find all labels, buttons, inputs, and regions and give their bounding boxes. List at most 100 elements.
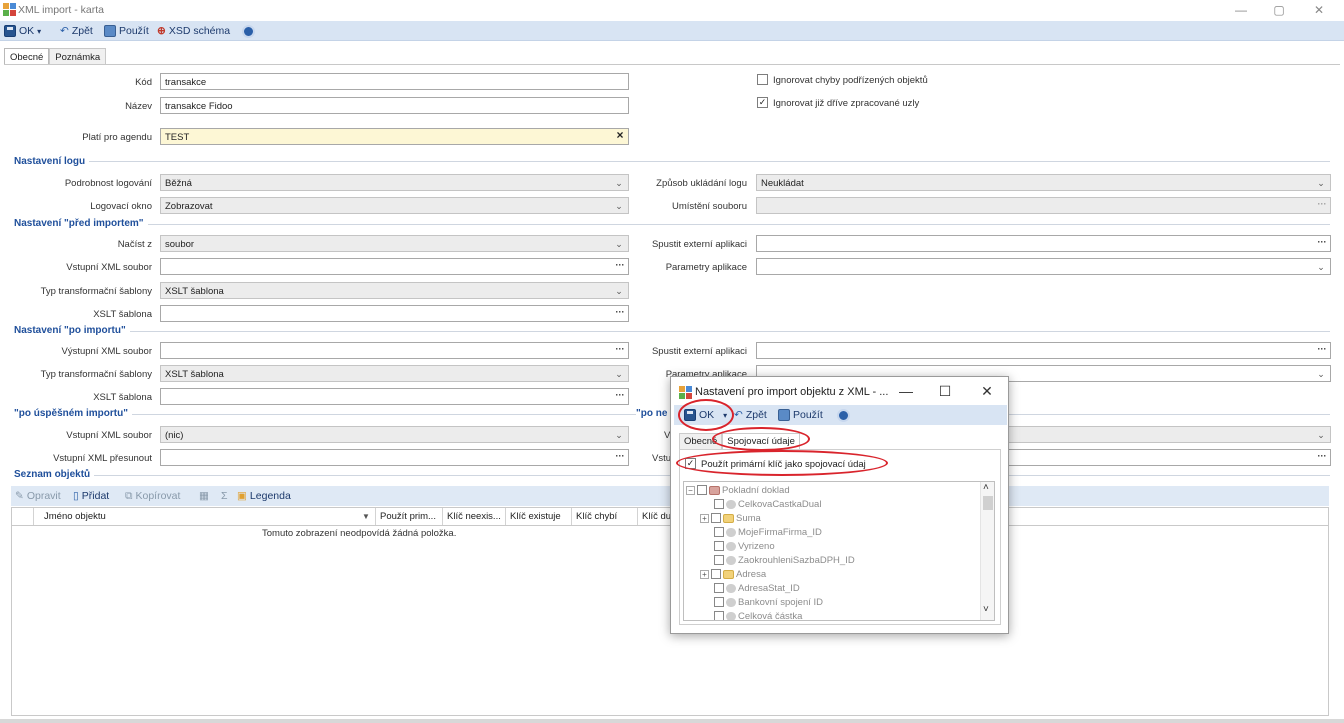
expand-icon[interactable]: + [700, 513, 709, 523]
edit-button[interactable]: ✎ Opravit [15, 488, 61, 504]
tree-node[interactable]: MojeFirmaFirma_ID [714, 525, 822, 539]
dialog-apply-button[interactable]: Použít [778, 407, 823, 423]
tree-node-checkbox[interactable] [714, 499, 724, 509]
app-icon [679, 386, 692, 399]
success-move-field[interactable]: ··· [160, 449, 629, 466]
tree-node-label: Celková částka [738, 610, 803, 621]
tree-node[interactable]: ZaokrouhleniSazbaDPH_ID [714, 553, 855, 567]
close-button[interactable]: ✕ [1304, 2, 1334, 18]
ignore-child-errors-label: Ignorovat chyby podřízených objektů [773, 75, 928, 86]
filter-icon[interactable]: ▼ [362, 512, 370, 521]
log-file-location-input[interactable]: ··· [756, 197, 1331, 214]
log-detail-select[interactable]: Běžná ⌄ [160, 174, 629, 191]
ignore-processed-checkbox[interactable]: ✓ [757, 97, 768, 108]
log-save-mode-select[interactable]: Neukládat ⌄ [756, 174, 1331, 191]
log-window-value: Zobrazovat [165, 201, 213, 212]
scroll-up-icon[interactable]: ˄ [983, 482, 989, 493]
column-header-key-missing[interactable]: Klíč chybí [572, 508, 638, 525]
dialog-maximize-button[interactable]: ☐ [932, 381, 958, 401]
pre-xslt-label: XSLT šablona [93, 309, 152, 320]
success-input-select[interactable]: (nic) ⌄ [160, 426, 629, 443]
kod-input[interactable]: transakce [160, 73, 629, 90]
log-detail-value: Běžná [165, 178, 192, 189]
ellipsis-icon[interactable]: ··· [1315, 344, 1329, 357]
column-header-key-exists[interactable]: Klíč existuje [506, 508, 572, 525]
pre-load-select[interactable]: soubor ⌄ [160, 235, 629, 252]
tree-node[interactable]: Celková částka [714, 609, 803, 621]
tab-poznamka[interactable]: Poznámka [49, 48, 107, 65]
minimize-button[interactable]: — [1226, 2, 1256, 18]
tree-node-checkbox[interactable] [711, 569, 721, 579]
expand-icon[interactable]: + [700, 569, 709, 579]
nazev-input[interactable]: transakce Fidoo [160, 97, 629, 114]
legend-icon: ▣ [237, 490, 247, 502]
maximize-button[interactable]: ▢ [1264, 2, 1294, 18]
tree-node-checkbox[interactable] [697, 485, 707, 495]
ellipsis-icon[interactable]: ··· [613, 307, 627, 320]
post-xslt-field[interactable]: ··· [160, 388, 629, 405]
tree-node-checkbox[interactable] [714, 527, 724, 537]
tree-node-checkbox[interactable] [714, 555, 724, 565]
ellipsis-icon[interactable]: ··· [613, 344, 627, 357]
window-title: XML import - karta [18, 4, 104, 16]
failure-section-title: "po ne [636, 408, 672, 419]
xsd-schema-button[interactable]: ⊕ XSD schéma [157, 23, 230, 39]
pre-template-type-select[interactable]: XSLT šablona ⌄ [160, 282, 629, 299]
tree-node[interactable]: − Pokladní doklad [686, 483, 790, 497]
post-output-field[interactable]: ··· [160, 342, 629, 359]
pre-app-params-select[interactable]: ⌄ [756, 258, 1331, 275]
apply-button[interactable]: Použít [104, 23, 149, 39]
ellipsis-icon[interactable]: ··· [613, 390, 627, 403]
ok-dropdown-arrow[interactable]: ▾ [37, 27, 41, 36]
scroll-thumb[interactable] [983, 496, 993, 510]
ellipsis-icon[interactable]: ··· [1315, 237, 1329, 250]
column-header-name[interactable]: Jméno objektu [34, 508, 376, 525]
pre-xslt-field[interactable]: ··· [160, 305, 629, 322]
column-header-key-not-exists[interactable]: Klíč neexis... [443, 508, 506, 525]
pre-input-field[interactable]: ··· [160, 258, 629, 275]
sum-button[interactable]: Σ [221, 488, 228, 504]
add-button[interactable]: ▯ Přidat [73, 488, 109, 504]
ellipsis-icon[interactable]: ··· [613, 260, 627, 273]
ok-button[interactable]: OK ▾ [4, 23, 41, 39]
tree-scrollbar[interactable]: ˄ ˅ [980, 482, 994, 620]
tree-node[interactable]: AdresaStat_ID [714, 581, 800, 595]
dialog-close-button[interactable]: ✕ [974, 381, 1000, 401]
agenda-input[interactable]: TEST × [160, 128, 629, 145]
tree-node[interactable]: Bankovní spojení ID [714, 595, 823, 609]
ellipsis-icon[interactable]: ··· [613, 451, 627, 464]
help-button[interactable] [242, 23, 255, 39]
dialog-minimize-button[interactable]: — [893, 381, 919, 401]
clear-icon[interactable]: × [613, 129, 627, 143]
copy-button[interactable]: ⧉ Kopírovat [125, 488, 180, 504]
ignore-child-errors-checkbox[interactable] [757, 74, 768, 85]
scroll-down-icon[interactable]: ˅ [983, 604, 989, 615]
log-window-select[interactable]: Zobrazovat ⌄ [160, 197, 629, 214]
tab-obecne[interactable]: Obecné [4, 48, 50, 65]
tree-node-checkbox[interactable] [711, 513, 721, 523]
pre-ext-app-field[interactable]: ··· [756, 235, 1331, 252]
column-header-pk[interactable]: Použít prim... [376, 508, 443, 525]
objects-section-title: Seznam objektů [14, 469, 95, 480]
tree-node[interactable]: CelkovaCastkaDual [714, 497, 821, 511]
add-label: Přidat [81, 490, 110, 502]
tree-node-checkbox[interactable] [714, 597, 724, 607]
help-icon [242, 24, 255, 38]
tree-node[interactable]: Vyrizeno [714, 539, 775, 553]
legend-button[interactable]: ▣ Legenda [237, 488, 291, 504]
post-template-type-select[interactable]: XSLT šablona ⌄ [160, 365, 629, 382]
tree-node[interactable]: + Suma [700, 511, 761, 525]
ellipsis-icon[interactable]: ··· [1315, 451, 1329, 464]
ellipsis-icon[interactable]: ··· [1315, 199, 1329, 212]
table-button[interactable]: ▦ [199, 488, 209, 504]
tree-node-checkbox[interactable] [714, 611, 724, 620]
collapse-icon[interactable]: − [686, 485, 695, 495]
dialog-help-button[interactable] [837, 407, 850, 423]
tree-node-checkbox[interactable] [714, 583, 724, 593]
undo-button[interactable]: ↶ Zpět [60, 23, 93, 39]
object-tree[interactable]: ˄ ˅ − Pokladní doklad CelkovaCastkaDual + Su… [683, 481, 995, 621]
post-ext-app-field[interactable]: ··· [756, 342, 1331, 359]
dialog-undo-button[interactable]: ↶ Zpět [734, 407, 767, 423]
tree-node[interactable]: + Adresa [700, 567, 766, 581]
tree-node-checkbox[interactable] [714, 541, 724, 551]
